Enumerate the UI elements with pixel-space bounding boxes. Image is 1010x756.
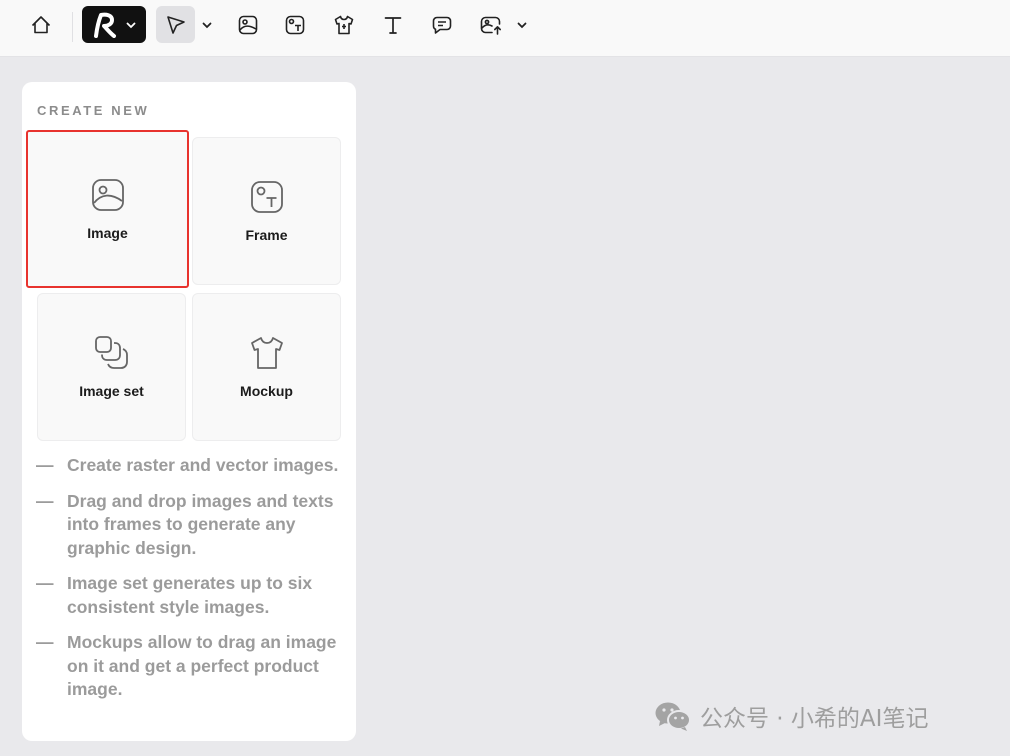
mockup-shirt-icon — [249, 335, 285, 371]
text-icon — [384, 16, 402, 34]
frame-icon — [249, 179, 285, 215]
watermark: 公众号 · 小希的AI笔记 — [654, 698, 928, 734]
feature-description-list: Create raster and vector images. Drag an… — [36, 454, 348, 714]
image-tool-button[interactable] — [229, 6, 267, 43]
comment-icon — [432, 16, 452, 34]
card-label: Image set — [79, 383, 144, 399]
chevron-down-icon — [126, 22, 135, 28]
frame-tool-button[interactable] — [276, 6, 314, 43]
list-item: Drag and drop images and texts into fram… — [36, 490, 348, 561]
wechat-icon — [655, 702, 691, 731]
home-button[interactable] — [22, 6, 60, 43]
select-tool-button[interactable] — [156, 6, 195, 43]
chevron-down-icon — [517, 22, 527, 28]
section-label: CREATE NEW — [37, 103, 150, 118]
image-set-icon — [94, 335, 130, 371]
upload-dropdown[interactable] — [514, 6, 530, 43]
select-arrow-icon — [166, 15, 185, 34]
watermark-text: 公众号 · 小希的AI笔记 — [700, 706, 929, 732]
list-item: Create raster and vector images. — [36, 454, 348, 478]
list-item: Image set generates up to six consistent… — [36, 572, 348, 619]
comment-tool-button[interactable] — [423, 6, 461, 43]
text-tool-button[interactable] — [374, 6, 412, 43]
mockup-tool-button[interactable] — [325, 6, 363, 43]
card-label: Image — [87, 225, 128, 241]
upload-image-icon — [480, 16, 501, 35]
create-image-card[interactable]: Image — [26, 130, 189, 288]
create-frame-card[interactable]: Frame — [192, 137, 341, 285]
toolbar-divider — [72, 12, 73, 42]
card-label: Frame — [245, 227, 288, 243]
image-icon — [238, 15, 258, 34]
create-image-set-card[interactable]: Image set — [37, 293, 186, 441]
home-icon — [31, 15, 51, 33]
frame-icon — [285, 15, 305, 34]
create-mockup-card[interactable]: Mockup — [192, 293, 341, 441]
select-tool-dropdown[interactable] — [199, 6, 215, 43]
list-item: Mockups allow to drag an image on it and… — [36, 631, 348, 702]
chevron-down-icon — [202, 22, 212, 28]
card-label: Mockup — [240, 383, 293, 399]
mockup-shirt-icon — [334, 15, 354, 34]
image-icon — [90, 177, 126, 213]
brand-logo-icon — [93, 12, 116, 38]
brand-menu-button[interactable] — [82, 6, 146, 43]
top-toolbar — [0, 0, 1010, 57]
upload-image-button[interactable] — [472, 6, 510, 43]
create-new-panel: CREATE NEW Image Frame Image set Mockup … — [22, 82, 356, 741]
